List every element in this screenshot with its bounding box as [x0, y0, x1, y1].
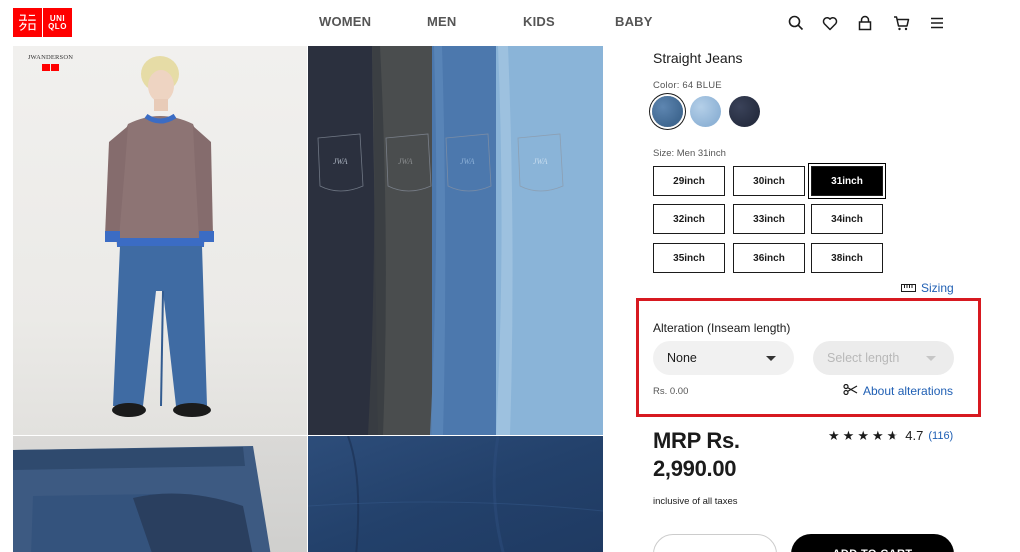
- rating-score: 4.7: [905, 428, 924, 443]
- color-swatch-navy[interactable]: [729, 96, 760, 127]
- site-header: ユニ クロ UNI QLO WOMEN MEN KIDS BABY: [0, 0, 1020, 46]
- product-image-jeans-lineup[interactable]: JWA JWA JWA JWA: [308, 46, 603, 435]
- quantity-stepper[interactable]: [653, 534, 777, 552]
- alteration-title: Alteration (Inseam length): [653, 321, 791, 335]
- caret-down-icon: [926, 356, 936, 361]
- star-icon: ★: [828, 428, 840, 443]
- jeans-tag-1: JWA: [333, 157, 348, 166]
- model-figure: [105, 56, 214, 417]
- size-31inch[interactable]: 31inch: [808, 163, 886, 199]
- jeans-tag-4: JWA: [533, 157, 548, 166]
- color-swatch-64-blue[interactable]: [652, 96, 683, 127]
- alteration-type-value: None: [667, 351, 697, 365]
- color-label: Color: 64 BLUE: [653, 80, 722, 91]
- add-to-cart-button[interactable]: ADD TO CART: [791, 534, 954, 552]
- cart-icon[interactable]: [891, 13, 911, 33]
- product-image-pocket-detail[interactable]: [13, 436, 307, 552]
- star-icon: ★: [871, 428, 884, 443]
- menu-icon[interactable]: [927, 13, 947, 33]
- star-icon: ★: [842, 428, 855, 443]
- product-image-model[interactable]: JWANDERSON: [13, 46, 307, 435]
- size-32inch[interactable]: 32inch: [653, 204, 725, 234]
- size-38inch[interactable]: 38inch: [811, 243, 883, 273]
- nav-kids[interactable]: KIDS: [523, 14, 555, 29]
- jeans-tag-2: JWA: [398, 157, 413, 166]
- size-label: Size: Men 31inch: [653, 148, 726, 159]
- alteration-price: Rs. 0.00: [653, 386, 689, 397]
- alteration-type-select[interactable]: None: [653, 341, 794, 375]
- size-35inch[interactable]: 35inch: [653, 243, 725, 273]
- star-icon: ★: [857, 428, 869, 443]
- heart-icon[interactable]: [820, 13, 840, 33]
- tax-note: inclusive of all taxes: [653, 496, 738, 507]
- rating-summary[interactable]: ★ ★ ★ ★ ★ 4.7 (116): [828, 428, 953, 443]
- size-33inch[interactable]: 33inch: [733, 204, 805, 234]
- size-36inch[interactable]: 36inch: [733, 243, 805, 273]
- alteration-length-placeholder: Select length: [827, 351, 900, 365]
- sizing-link[interactable]: Sizing: [901, 281, 954, 295]
- fabric-detail-graphic: [308, 436, 603, 552]
- uniqlo-logo[interactable]: ユニ クロ UNI QLO: [13, 8, 73, 37]
- color-swatch-light-blue[interactable]: [690, 96, 721, 127]
- ruler-icon: [901, 281, 916, 295]
- alteration-length-select[interactable]: Select length: [813, 341, 954, 375]
- jeans-lineup-graphic: JWA JWA JWA JWA: [308, 46, 603, 435]
- nav-baby[interactable]: BABY: [615, 14, 653, 29]
- price-amount: 2,990.00: [653, 456, 737, 481]
- sizing-link-label: Sizing: [921, 281, 954, 295]
- product-title: Straight Jeans: [653, 50, 743, 66]
- star-half-icon: ★: [886, 428, 899, 443]
- product-image-fabric-detail[interactable]: [308, 436, 603, 552]
- scissors-icon: [843, 383, 858, 398]
- about-alterations-link[interactable]: About alterations: [843, 383, 954, 398]
- size-34inch[interactable]: 34inch: [811, 204, 883, 234]
- account-icon[interactable]: [855, 13, 875, 33]
- price-currency: MRP Rs.: [653, 428, 740, 453]
- search-icon[interactable]: [786, 13, 806, 33]
- jeans-tag-3: JWA: [460, 157, 475, 166]
- size-30inch[interactable]: 30inch: [733, 166, 805, 196]
- pocket-detail-graphic: [13, 446, 271, 552]
- caret-down-icon: [766, 356, 776, 361]
- about-alterations-label: About alterations: [863, 384, 954, 398]
- nav-men[interactable]: MEN: [427, 14, 457, 29]
- nav-women[interactable]: WOMEN: [319, 14, 371, 29]
- size-29inch[interactable]: 29inch: [653, 166, 725, 196]
- rating-count[interactable]: (116): [928, 430, 953, 442]
